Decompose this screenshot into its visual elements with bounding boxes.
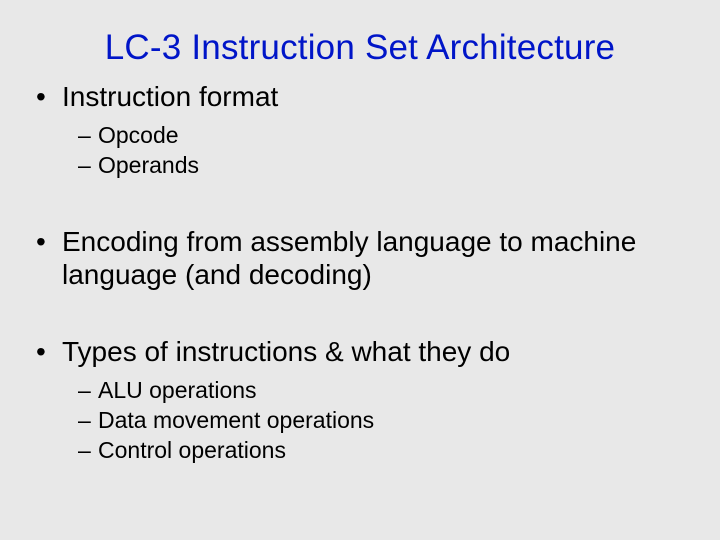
slide: LC-3 Instruction Set Architecture Instru… [0,0,720,540]
sub-list: Opcode Operands [78,121,686,181]
bullet-item: Types of instructions & what they do ALU… [34,335,686,466]
sub-item: Opcode [78,121,686,151]
bullet-text: Encoding from assembly language to machi… [34,225,686,291]
bullet-item: Encoding from assembly language to machi… [34,225,686,291]
sub-item: Operands [78,151,686,181]
bullet-text: Types of instructions & what they do [34,335,686,368]
bullet-list: Instruction format Opcode Operands Encod… [34,80,686,466]
sub-item: Data movement operations [78,406,686,436]
bullet-text: Instruction format [34,80,686,113]
slide-title: LC-3 Instruction Set Architecture [34,28,686,68]
sub-list: ALU operations Data movement operations … [78,376,686,466]
bullet-item: Instruction format Opcode Operands [34,80,686,181]
sub-item: ALU operations [78,376,686,406]
sub-item: Control operations [78,436,686,466]
